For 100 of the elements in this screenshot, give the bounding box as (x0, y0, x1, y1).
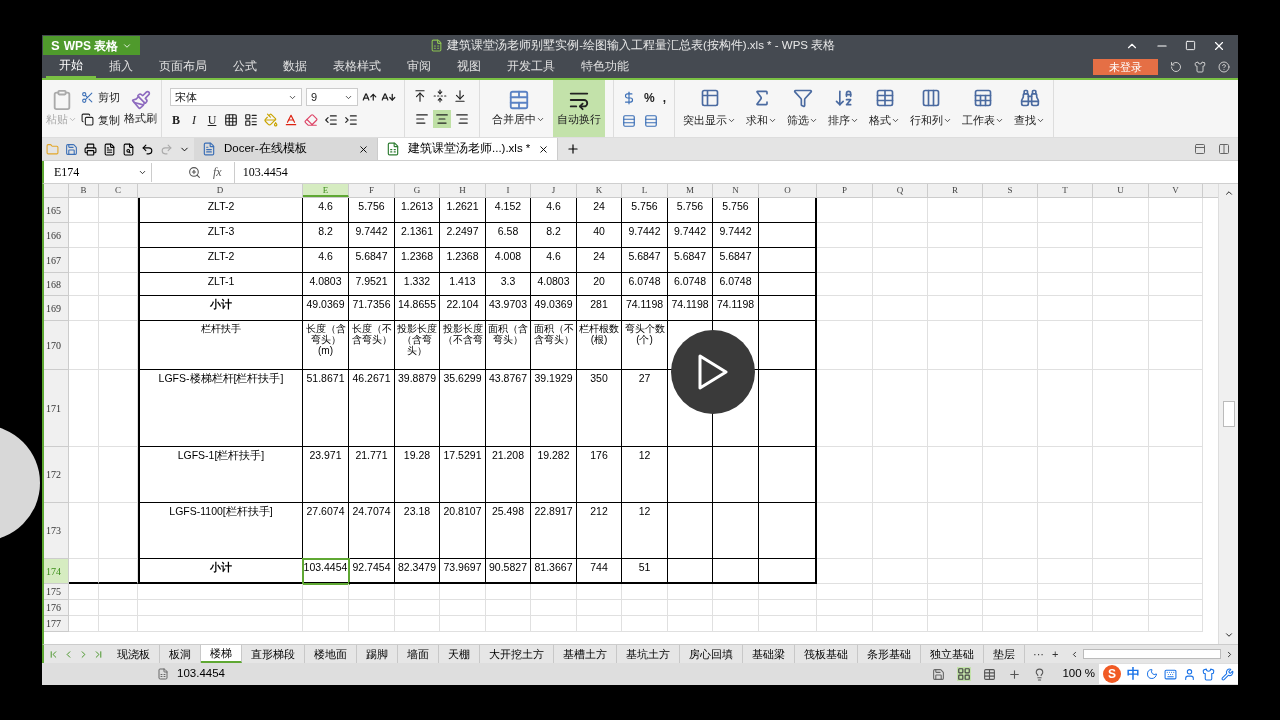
file-search-icon[interactable] (122, 142, 135, 156)
currency-icon[interactable] (622, 91, 636, 105)
merge-center-button[interactable]: 合并居中 (488, 89, 549, 128)
indent-decrease-icon[interactable] (324, 113, 338, 127)
column-header[interactable]: S (983, 184, 1038, 197)
column-header[interactable]: V (1149, 184, 1203, 197)
number-format-button[interactable]: , (662, 89, 666, 107)
column-header[interactable]: T (1038, 184, 1093, 197)
text-style-button[interactable]: I (188, 111, 200, 129)
tab-list-icon[interactable] (1218, 143, 1230, 155)
function-label[interactable]: fx (213, 163, 222, 181)
font-size-dropdown[interactable]: 9 (306, 88, 358, 106)
align-center-icon[interactable] (433, 110, 451, 128)
scroll-up-icon[interactable] (1223, 188, 1234, 198)
ribbon-tool-button[interactable]: 突出显示 (683, 88, 736, 129)
row-number[interactable]: 166 (44, 223, 69, 248)
document-tab[interactable]: Docer-在线模板 (194, 138, 378, 160)
scrollbar-thumb[interactable] (1222, 401, 1235, 427)
column-header[interactable]: N (713, 184, 759, 197)
column-header[interactable]: H (440, 184, 486, 197)
column-header[interactable]: B (69, 184, 99, 197)
column-header[interactable]: O (759, 184, 817, 197)
row-number[interactable]: 177 (44, 616, 69, 632)
ribbon-tool-button[interactable]: 查找 (1014, 88, 1045, 129)
number-format-button[interactable]: % (644, 89, 655, 107)
help-icon[interactable] (1218, 61, 1230, 73)
scroll-right-icon[interactable] (1225, 649, 1234, 659)
wrench-icon[interactable] (1221, 667, 1234, 681)
moon-icon[interactable] (1146, 668, 1158, 680)
row-number[interactable]: 168 (44, 273, 69, 296)
font-name-dropdown[interactable]: 宋体 (170, 88, 302, 106)
grid-view-icon[interactable] (957, 667, 972, 681)
cell-style-icon[interactable] (244, 113, 258, 127)
sheet-action-button[interactable]: + (1052, 645, 1059, 663)
window-mode-icon[interactable] (1194, 143, 1206, 155)
formula-input[interactable]: 103.4454 (233, 161, 1238, 183)
new-tab-icon[interactable] (566, 142, 581, 156)
row-number[interactable]: 172 (44, 447, 69, 503)
row-number[interactable]: 171 (44, 370, 69, 447)
column-header[interactable]: R (928, 184, 983, 197)
sync-icon[interactable] (1170, 61, 1182, 73)
row-number[interactable]: 175 (44, 584, 69, 600)
scroll-down-icon[interactable] (1223, 630, 1234, 640)
document-tab[interactable]: 建筑课堂汤老师...).xls * (378, 138, 559, 160)
column-header[interactable]: J (531, 184, 577, 197)
save-icon[interactable] (65, 142, 78, 156)
row-number[interactable]: 173 (44, 503, 69, 559)
ribbon-tool-button[interactable]: 求和 (746, 88, 777, 129)
ime-toolbar[interactable]: S 中 (1099, 664, 1238, 684)
column-header[interactable]: I (486, 184, 531, 197)
sheet-action-button[interactable]: ··· (1033, 645, 1044, 663)
user-icon[interactable] (1183, 667, 1196, 681)
close-icon[interactable] (358, 143, 369, 155)
copy-button[interactable]: 复制 (81, 111, 120, 128)
menu-tab[interactable]: 插入 (96, 56, 146, 78)
app-menu-button[interactable]: S WPS 表格 (43, 36, 141, 55)
shirt-icon[interactable] (1194, 61, 1206, 73)
cut-button[interactable]: 剪切 (81, 89, 120, 106)
menu-tab[interactable]: 特色功能 (568, 56, 642, 78)
ribbon-tool-button[interactable]: 筛选 (787, 88, 818, 129)
indent-increase-icon[interactable] (344, 113, 358, 127)
ribbon-tool-button[interactable]: 排序 (828, 88, 859, 129)
undo-icon[interactable] (141, 142, 154, 156)
text-style-button[interactable]: B (170, 111, 182, 129)
column-header[interactable]: L (622, 184, 668, 197)
align-top-icon[interactable] (413, 89, 427, 103)
column-header[interactable]: K (577, 184, 622, 197)
column-header[interactable]: P (817, 184, 873, 197)
format-painter-button[interactable]: 格式刷 (124, 90, 157, 127)
font-color-icon[interactable] (284, 113, 298, 127)
menu-tab[interactable]: 审阅 (394, 56, 444, 78)
column-header[interactable]: M (668, 184, 713, 197)
zoom-icon[interactable] (188, 165, 201, 179)
menu-tab[interactable]: 开始 (46, 56, 96, 78)
horizontal-scrollbar-thumb[interactable] (1083, 649, 1221, 659)
column-header[interactable]: U (1093, 184, 1149, 197)
align-middle-icon[interactable] (433, 89, 447, 103)
fill-color-icon[interactable] (264, 113, 278, 127)
keyboard-icon[interactable] (1164, 667, 1177, 681)
borders-icon[interactable] (224, 113, 238, 127)
menu-tab[interactable]: 数据 (270, 56, 320, 78)
sheet-tab[interactable]: 楼梯 (201, 645, 242, 663)
align-bottom-icon[interactable] (453, 89, 467, 103)
menu-tab[interactable]: 表格样式 (320, 56, 394, 78)
row-number[interactable]: 165 (44, 198, 69, 223)
page-break-view-icon[interactable] (983, 667, 997, 681)
row-number[interactable]: 169 (44, 296, 69, 321)
menu-tab[interactable]: 视图 (444, 56, 494, 78)
column-header[interactable]: Q (873, 184, 928, 197)
close-icon[interactable] (538, 143, 550, 155)
wrap-text-button[interactable]: 自动换行 (553, 80, 605, 137)
maximize-icon[interactable] (1185, 40, 1196, 51)
text-style-button[interactable]: U (206, 111, 218, 129)
menu-tab[interactable]: 页面布局 (146, 56, 220, 78)
row-number[interactable]: 176 (44, 600, 69, 616)
ribbon-tool-button[interactable]: 工作表 (962, 88, 1004, 129)
print-icon[interactable] (84, 142, 97, 156)
ribbon-tool-button[interactable]: 格式 (869, 88, 900, 129)
ribbon-tool-button[interactable]: 行和列 (910, 88, 952, 129)
active-cell[interactable]: 103.4454 (303, 559, 349, 584)
